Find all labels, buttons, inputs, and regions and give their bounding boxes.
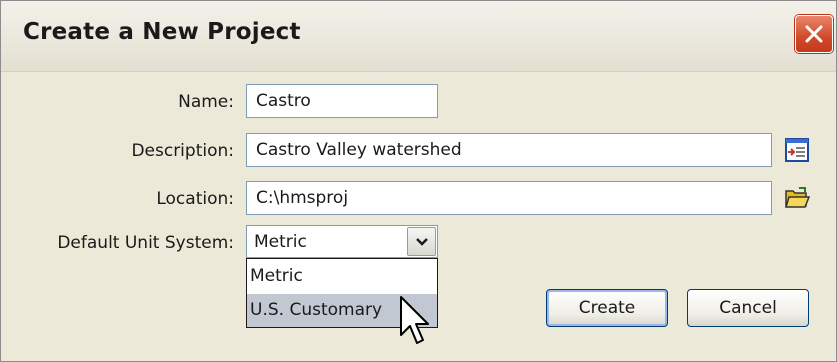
title-bar[interactable]: Create a New Project (1, 1, 836, 72)
location-field[interactable]: C:\hmsproj (246, 181, 772, 215)
document-edit-icon (785, 138, 809, 162)
close-icon (805, 25, 823, 43)
name-value: Castro (256, 91, 311, 111)
name-label: Name: (178, 92, 234, 112)
location-label: Location: (156, 189, 234, 209)
unit-system-select[interactable]: Metric (246, 225, 438, 258)
dialog-title: Create a New Project (23, 19, 301, 45)
close-button[interactable] (795, 15, 833, 53)
description-label: Description: (131, 141, 234, 161)
unit-system-dropdown-button[interactable] (407, 227, 436, 256)
name-field[interactable]: Castro (246, 84, 438, 118)
cancel-button[interactable]: Cancel (687, 289, 809, 327)
mouse-pointer-icon (400, 296, 429, 344)
description-field[interactable]: Castro Valley watershed (246, 133, 772, 167)
folder-open-icon (784, 187, 811, 208)
description-browse-button[interactable] (783, 136, 811, 164)
description-value: Castro Valley watershed (256, 140, 462, 160)
unit-option-metric[interactable]: Metric (247, 260, 437, 293)
location-browse-button[interactable] (783, 184, 811, 212)
unit-system-label: Default Unit System: (57, 233, 234, 253)
chevron-down-icon (416, 238, 428, 246)
create-button[interactable]: Create (546, 289, 668, 327)
create-project-dialog: Create a New Project Name: Castro Descri… (0, 0, 837, 362)
unit-system-selected: Metric (254, 232, 307, 252)
location-value: C:\hmsproj (256, 188, 349, 208)
